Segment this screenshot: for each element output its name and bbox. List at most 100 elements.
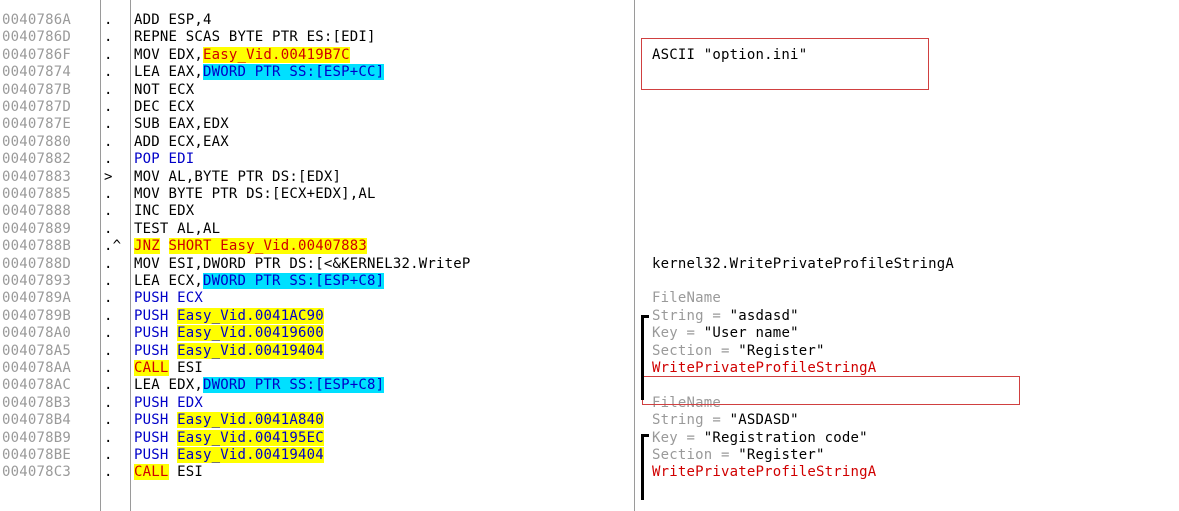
instruction-row[interactable]: 00407883 > MOV AL,BYTE PTR DS:[EDX] bbox=[0, 169, 1179, 186]
comment-token: "ASDASD" bbox=[729, 412, 799, 429]
instruction-row[interactable]: 004078B9. PUSH Easy_Vid.004195EC Key = "Re… bbox=[0, 429, 1179, 447]
instruction-row[interactable]: 0040788B .^ JNZ SHORT Easy_Vid.00407883 bbox=[0, 238, 1179, 255]
instruction-cell: PUSH ECX bbox=[134, 290, 203, 307]
comment-token: WritePrivateProfileStringA bbox=[652, 464, 877, 481]
comment-token: Key = bbox=[652, 429, 704, 446]
comment-token: WritePrivateProfileStringA bbox=[652, 360, 877, 376]
address-cell: 0040786F bbox=[2, 46, 72, 63]
instruction-cell: PUSH Easy_Vid.004195EC bbox=[134, 429, 324, 447]
comment-cell: kernel32.WritePrivateProfileStringA bbox=[652, 256, 954, 273]
address-cell: 004078C3 bbox=[2, 464, 72, 481]
instruction-token: PUSH bbox=[134, 412, 178, 429]
instruction-token: PUSH EDX bbox=[134, 394, 204, 411]
call-bracket-1 bbox=[641, 315, 644, 400]
jump-marker: . bbox=[104, 342, 113, 359]
instruction-row[interactable]: 00407885. MOV BYTE PTR DS:[ECX+EDX],AL bbox=[0, 186, 1179, 203]
instruction-row[interactable]: 0040786F. MOV EDX,Easy_Vid.00419B7C ASCII … bbox=[0, 46, 1179, 64]
jump-marker: .^ bbox=[104, 238, 122, 255]
instruction-token: JNZ bbox=[134, 238, 160, 255]
address-cell: 004078BE bbox=[2, 447, 72, 463]
instruction-token: ESI bbox=[168, 360, 204, 376]
address-cell: 0040789B bbox=[2, 307, 72, 324]
instruction-token: Easy_Vid.0041AC90 bbox=[177, 307, 324, 324]
instruction-row[interactable]: 00407874. LEA EAX,DWORD PTR SS:[ESP+CC] bbox=[0, 64, 1179, 81]
instruction-cell: MOV ESI,DWORD PTR DS:[<&KERNEL32.WriteP bbox=[134, 256, 471, 273]
instruction-token: PUSH bbox=[134, 342, 178, 359]
instruction-token bbox=[160, 238, 169, 254]
address-cell: 00407889 bbox=[2, 220, 72, 237]
instruction-row[interactable]: 0040787B. NOT ECX bbox=[0, 82, 1179, 99]
instruction-row[interactable]: 0040786D. REPNE SCAS BYTE PTR ES:[EDI] bbox=[0, 29, 1179, 46]
instruction-token: MOV AL,BYTE PTR DS:[EDX] bbox=[134, 168, 342, 185]
instruction-token: LEA EAX, bbox=[134, 64, 204, 81]
jump-marker: . bbox=[104, 64, 113, 81]
instruction-row[interactable]: 0040789A. PUSH ECX FileName bbox=[0, 290, 1179, 307]
instruction-token: PUSH bbox=[134, 307, 178, 324]
comment-cell: WritePrivateProfileStringA bbox=[652, 464, 876, 481]
comment-cell: String = "asdasd" bbox=[652, 308, 799, 325]
address-cell: 00407888 bbox=[2, 203, 72, 220]
jump-marker: . bbox=[104, 255, 113, 272]
comment-token: String = bbox=[652, 412, 730, 429]
instruction-token: PUSH bbox=[134, 325, 178, 342]
instruction-cell: MOV AL,BYTE PTR DS:[EDX] bbox=[134, 169, 341, 186]
call-bracket-1-top bbox=[641, 315, 649, 318]
instruction-token: REPNE SCAS BYTE PTR ES:[EDI] bbox=[134, 29, 376, 46]
disassembly-pane[interactable]: 0040786A. ADD ESP,4 0040786D. REPNE SCAS BY… bbox=[0, 0, 1179, 511]
instruction-token: Easy_Vid.00419600 bbox=[177, 325, 324, 342]
instruction-cell: LEA EAX,DWORD PTR SS:[ESP+CC] bbox=[134, 64, 385, 81]
instruction-row[interactable]: 004078B4. PUSH Easy_Vid.0041A840 String = … bbox=[0, 412, 1179, 429]
instruction-token: TEST AL,AL bbox=[134, 220, 221, 237]
jump-marker: > bbox=[104, 168, 113, 185]
address-cell: 004078A5 bbox=[2, 342, 72, 359]
instruction-row[interactable]: 00407880. ADD ECX,EAX bbox=[0, 134, 1179, 151]
address-cell: 0040787D bbox=[2, 99, 72, 115]
instruction-cell: CALL ESI bbox=[134, 360, 203, 377]
jump-marker: . bbox=[104, 447, 113, 463]
instruction-row[interactable]: 0040786A. ADD ESP,4 bbox=[0, 12, 1179, 29]
instruction-cell: ADD ESP,4 bbox=[134, 12, 212, 29]
instruction-row[interactable]: 00407888. INC EDX bbox=[0, 203, 1179, 220]
instruction-token: Easy_Vid.00419404 bbox=[177, 342, 324, 359]
instruction-row[interactable]: 0040787E. SUB EAX,EDX bbox=[0, 116, 1179, 133]
call-bracket-2-top bbox=[641, 434, 649, 437]
instruction-token: Easy_Vid.0041A840 bbox=[177, 412, 324, 429]
jump-marker: . bbox=[104, 46, 113, 63]
instruction-cell: TEST AL,AL bbox=[134, 221, 220, 238]
address-cell: 004078A0 bbox=[2, 325, 72, 342]
instruction-cell: PUSH Easy_Vid.00419600 bbox=[134, 325, 324, 342]
instruction-token: DWORD PTR SS:[ESP+CC] bbox=[203, 64, 385, 81]
jump-marker: . bbox=[104, 360, 113, 376]
instruction-token: Easy_Vid.00419404 bbox=[177, 447, 324, 463]
address-cell: 004078B9 bbox=[2, 429, 72, 446]
instruction-row[interactable]: 0040788D. MOV ESI,DWORD PTR DS:[<&KERNEL3… bbox=[0, 256, 1179, 273]
comment-token: FileName bbox=[652, 290, 722, 307]
instruction-token: ADD ESP,4 bbox=[134, 12, 212, 28]
instruction-row[interactable]: 00407893. LEA ECX,DWORD PTR SS:[ESP+C8] bbox=[0, 273, 1179, 290]
instruction-row[interactable]: 00407889. TEST AL,AL bbox=[0, 221, 1179, 238]
jump-marker: . bbox=[104, 464, 113, 481]
jump-marker: . bbox=[104, 412, 113, 429]
instruction-cell: DEC ECX bbox=[134, 99, 194, 116]
instruction-token: ADD ECX,EAX bbox=[134, 133, 229, 150]
instruction-row[interactable]: 0040787D. DEC ECX bbox=[0, 99, 1179, 116]
jump-marker: . bbox=[104, 203, 113, 220]
instruction-row[interactable]: 00407882. POP EDI bbox=[0, 151, 1179, 168]
instruction-cell: NOT ECX bbox=[134, 82, 194, 99]
jump-marker: . bbox=[104, 81, 113, 98]
comment-token: "Register" bbox=[738, 342, 825, 359]
instruction-row[interactable]: 004078A0. PUSH Easy_Vid.00419600 Key = "Us… bbox=[0, 325, 1179, 342]
instruction-row[interactable]: 004078AA. CALL ESI WritePrivateProfileStri… bbox=[0, 360, 1179, 377]
instruction-row[interactable]: 004078C3. CALL ESI WritePrivateProfileStri… bbox=[0, 464, 1179, 481]
address-cell: 004078AA bbox=[2, 360, 72, 376]
instruction-row[interactable]: 004078A5. PUSH Easy_Vid.00419404 Section =… bbox=[0, 342, 1179, 360]
instruction-cell: POP EDI bbox=[134, 151, 194, 168]
comment-token: String = bbox=[652, 307, 730, 324]
instruction-token: CALL bbox=[134, 464, 169, 481]
jump-marker: . bbox=[104, 325, 113, 342]
instruction-row[interactable]: 004078BE. PUSH Easy_Vid.00419404 Section =… bbox=[0, 447, 1179, 464]
jump-marker: . bbox=[104, 12, 113, 28]
instruction-cell: ADD ECX,EAX bbox=[134, 134, 229, 151]
comment-token: Section = bbox=[652, 342, 739, 359]
instruction-row[interactable]: 0040789B. PUSH Easy_Vid.0041AC90 String = … bbox=[0, 307, 1179, 325]
